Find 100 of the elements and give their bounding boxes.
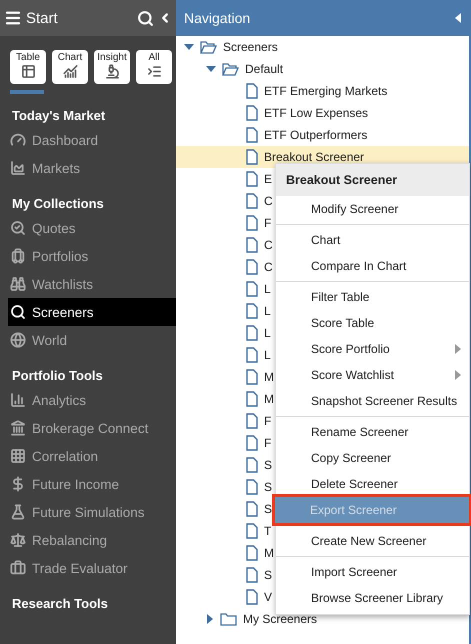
tree-item[interactable]: ETF Low Expenses bbox=[264, 106, 368, 120]
tree-item[interactable]: My Screeners bbox=[243, 612, 318, 626]
menu-item[interactable]: Browse Screener Library bbox=[276, 585, 469, 611]
document-icon bbox=[246, 259, 258, 275]
sidebar-item[interactable]: Brokerage Connect bbox=[0, 414, 176, 442]
document-icon bbox=[246, 369, 258, 385]
sidebar-item[interactable]: Analytics bbox=[0, 386, 176, 414]
chart-icon bbox=[62, 64, 78, 79]
document-icon bbox=[246, 523, 258, 539]
tree-item[interactable]: C bbox=[264, 260, 273, 274]
document-icon bbox=[246, 149, 258, 165]
sidebar-item[interactable]: Rebalancing bbox=[0, 526, 176, 554]
tree-item[interactable]: L bbox=[264, 282, 271, 296]
tree-item[interactable]: Screeners bbox=[223, 40, 278, 54]
tree-item[interactable]: Default bbox=[245, 62, 284, 76]
document-icon bbox=[246, 127, 258, 143]
tree-item[interactable]: Breakout Screener bbox=[264, 150, 364, 164]
bank-icon bbox=[10, 420, 26, 436]
document-icon bbox=[246, 391, 258, 407]
sidebar-item[interactable]: Trade Evaluator bbox=[0, 554, 176, 582]
tree-item[interactable]: C bbox=[264, 194, 273, 208]
tree-item[interactable]: T bbox=[264, 524, 272, 538]
menu-title: Breakout Screener bbox=[276, 164, 469, 196]
sidebar-item[interactable]: Screeners bbox=[8, 298, 176, 326]
navigation-title: Navigation bbox=[184, 10, 250, 26]
section-heading: Today's Market bbox=[11, 107, 106, 125]
sidebar-item[interactable]: Dashboard bbox=[0, 126, 176, 154]
menu-item[interactable]: Rename Screener bbox=[276, 419, 469, 445]
document-icon bbox=[246, 83, 258, 99]
view-tab[interactable]: Chart bbox=[52, 50, 88, 84]
sidebar-item[interactable]: Correlation bbox=[0, 442, 176, 470]
dollar-icon bbox=[10, 476, 26, 492]
view-tab[interactable]: Table bbox=[10, 50, 46, 84]
search-icon[interactable] bbox=[137, 10, 154, 26]
tree-item[interactable]: S bbox=[264, 568, 272, 582]
tree-item[interactable]: ETF Outperformers bbox=[264, 128, 368, 142]
tree-item[interactable]: S bbox=[264, 502, 272, 516]
tree-item[interactable]: S bbox=[264, 458, 272, 472]
sidebar-item[interactable]: Portfolios bbox=[0, 242, 176, 270]
document-icon bbox=[246, 589, 258, 605]
search-icon bbox=[10, 304, 26, 320]
expand-arrow-icon[interactable] bbox=[184, 43, 194, 51]
document-icon bbox=[246, 215, 258, 231]
sidebar-item[interactable]: Future Income bbox=[0, 470, 176, 498]
menu-icon[interactable] bbox=[4, 9, 22, 27]
microscope-icon bbox=[104, 64, 120, 79]
tree-item[interactable]: F bbox=[264, 436, 272, 450]
menu-item[interactable]: Copy Screener bbox=[276, 445, 469, 471]
tree-item[interactable]: M bbox=[264, 546, 274, 560]
menu-item[interactable]: Import Screener bbox=[276, 559, 469, 585]
sidebar-item[interactable]: Quotes bbox=[0, 214, 176, 242]
document-icon bbox=[246, 171, 258, 187]
document-icon bbox=[246, 281, 258, 297]
tree-item[interactable]: C bbox=[264, 238, 273, 252]
menu-item[interactable]: Chart bbox=[276, 227, 469, 253]
search-icon bbox=[10, 220, 26, 236]
luggage-icon bbox=[10, 248, 26, 264]
document-icon bbox=[246, 479, 258, 495]
menu-item[interactable]: Score Portfolio bbox=[276, 336, 469, 362]
menu-item[interactable]: Score Watchlist bbox=[276, 362, 469, 388]
menu-item[interactable]: Compare In Chart bbox=[276, 253, 469, 279]
menu-item[interactable]: Snapshot Screener Results bbox=[276, 388, 469, 414]
view-tab[interactable]: Insight bbox=[94, 50, 130, 84]
tree-item[interactable]: ETF Emerging Markets bbox=[264, 84, 388, 98]
gauge-icon bbox=[10, 132, 26, 148]
sidebar-item[interactable]: Markets bbox=[0, 154, 176, 182]
expand-arrow-icon[interactable] bbox=[206, 65, 216, 73]
menu-item[interactable]: Filter Table bbox=[276, 284, 469, 310]
tree-item[interactable]: V bbox=[264, 590, 272, 604]
list-icon bbox=[146, 64, 162, 79]
document-icon bbox=[246, 567, 258, 583]
tree-item[interactable]: S bbox=[264, 480, 272, 494]
menu-item[interactable]: Create New Screener bbox=[276, 528, 469, 554]
document-icon bbox=[246, 105, 258, 121]
menu-item[interactable]: Score Table bbox=[276, 310, 469, 336]
binoculars-icon bbox=[10, 276, 26, 292]
section-heading: My Collections bbox=[11, 195, 105, 213]
sidebar-item[interactable]: Watchlists bbox=[0, 270, 176, 298]
tree-item[interactable]: M bbox=[264, 370, 274, 384]
tree-item[interactable]: F bbox=[264, 414, 272, 428]
tree-item[interactable]: E bbox=[264, 172, 272, 186]
document-icon bbox=[246, 413, 258, 429]
menu-item[interactable]: Delete Screener bbox=[276, 471, 469, 497]
bar-chart-icon bbox=[10, 392, 26, 408]
tree-item[interactable]: L bbox=[264, 304, 271, 318]
document-icon bbox=[246, 237, 258, 253]
open-folder-icon bbox=[222, 62, 239, 76]
sidebar-item[interactable]: Future Simulations bbox=[0, 498, 176, 526]
sidebar-item[interactable]: World bbox=[0, 326, 176, 354]
tree-item[interactable]: L bbox=[264, 326, 271, 340]
collapse-icon[interactable] bbox=[455, 13, 461, 23]
view-tab[interactable]: All bbox=[136, 50, 172, 84]
tree-item[interactable]: L bbox=[264, 348, 271, 362]
tree-item[interactable]: F bbox=[264, 216, 272, 230]
tree-item[interactable]: M bbox=[264, 392, 274, 406]
document-icon bbox=[246, 457, 258, 473]
document-icon bbox=[246, 303, 258, 319]
sidebar-title: Start bbox=[26, 10, 59, 26]
menu-item[interactable]: Modify Screener bbox=[276, 196, 469, 222]
collapse-arrow-icon[interactable] bbox=[206, 614, 214, 624]
